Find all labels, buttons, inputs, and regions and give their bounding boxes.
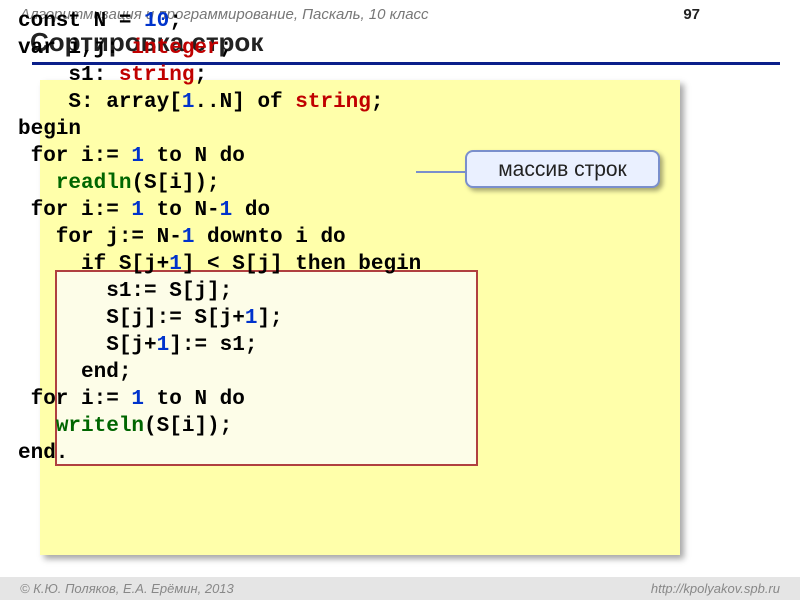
code-t: ;	[169, 10, 182, 33]
code-t: var i,j:	[18, 37, 131, 60]
code-t: ;	[371, 91, 384, 114]
code-t: 1	[131, 388, 144, 411]
code-t: S[j+	[18, 334, 157, 357]
code-t: =	[106, 10, 144, 33]
code-t: 1	[245, 307, 258, 330]
code-t: ..N] of	[194, 91, 295, 114]
code-t: readln	[56, 172, 132, 195]
code-t: to N-	[144, 199, 220, 222]
page-number: 97	[683, 6, 780, 23]
callout-box: массив строк	[465, 150, 660, 188]
code-t: 1	[169, 253, 182, 276]
code-t: 1	[131, 199, 144, 222]
code-t: 1	[182, 226, 195, 249]
code-t: ;	[194, 64, 207, 87]
footer-bar: © К.Ю. Поляков, Е.А. Ерёмин, 2013 http:/…	[0, 577, 800, 600]
slide: Алгоритмизация и программирование, Паска…	[0, 0, 800, 600]
code-t: for i:=	[18, 199, 131, 222]
code-t: 1	[182, 91, 195, 114]
code-t: ] < S[j] then begin	[182, 253, 421, 276]
code-t: end;	[18, 361, 131, 384]
code-t: 1	[157, 334, 170, 357]
footer-right: http://kpolyakov.spb.ru	[651, 581, 780, 596]
code-t: end.	[18, 442, 68, 465]
code-t: ]:= s1;	[169, 334, 257, 357]
code-t: s1:= S[j];	[18, 280, 232, 303]
code-t: ];	[257, 307, 282, 330]
code-t: 1	[220, 199, 233, 222]
code-t: S: array[	[18, 91, 182, 114]
code-t: s1:	[18, 64, 119, 87]
footer-left: © К.Ю. Поляков, Е.А. Ерёмин, 2013	[20, 581, 234, 596]
code-t: to N do	[144, 388, 245, 411]
code-t: downto i do	[194, 226, 345, 249]
code-t: 1	[131, 145, 144, 168]
code-t: for i:=	[18, 388, 131, 411]
callout-connector	[416, 171, 466, 173]
code-t: writeln	[56, 415, 144, 438]
code-t: string	[295, 91, 371, 114]
code-t: begin	[18, 118, 81, 141]
code-t: for i:=	[18, 145, 131, 168]
code-t: do	[232, 199, 270, 222]
code-t: string	[119, 64, 195, 87]
code-t: ;	[220, 37, 233, 60]
footer-author: К.Ю. Поляков, Е.А. Ерёмин, 2013	[33, 581, 234, 596]
code-t: to N do	[144, 145, 245, 168]
code-t: S[j]:= S[j+	[18, 307, 245, 330]
code-t: (S[i]);	[131, 172, 219, 195]
code-listing: const N = 10; var i,j: integer; s1: stri…	[18, 8, 421, 467]
code-t	[18, 415, 56, 438]
code-t: (S[i]);	[144, 415, 232, 438]
code-t: const N	[18, 10, 106, 33]
code-t: for j:= N-	[18, 226, 182, 249]
code-t: 10	[144, 10, 169, 33]
code-t: integer	[131, 37, 219, 60]
code-t	[18, 172, 56, 195]
code-t: if S[j+	[18, 253, 169, 276]
